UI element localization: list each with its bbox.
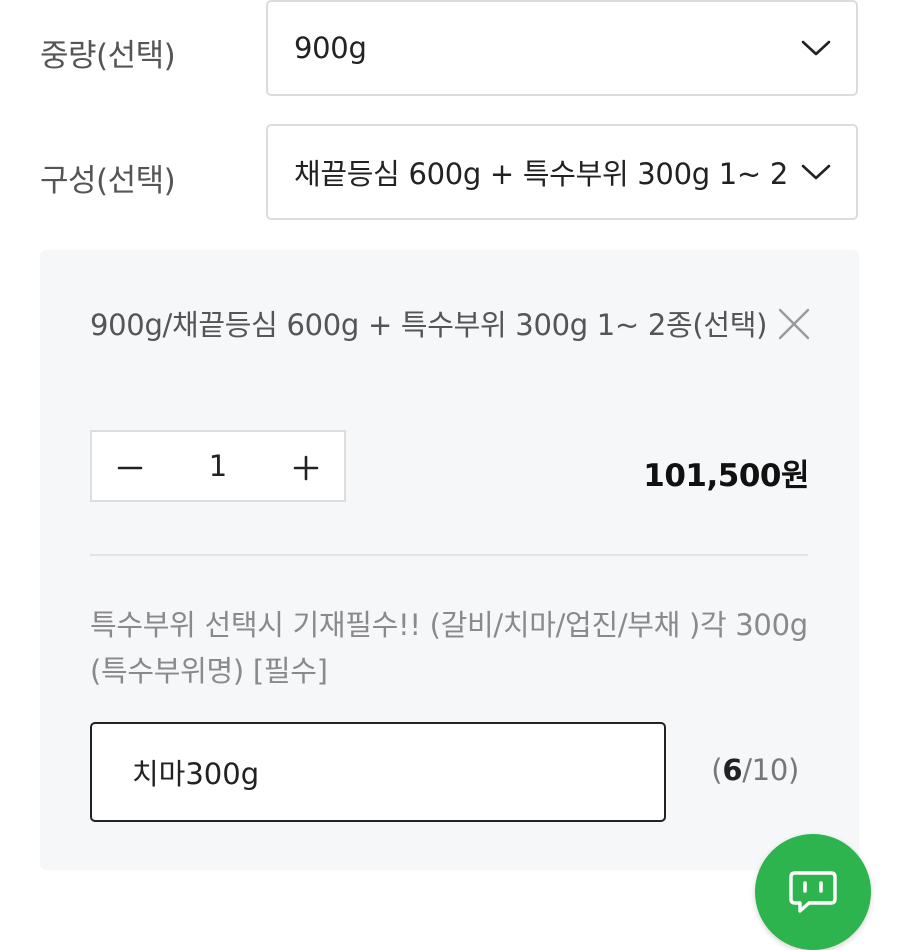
chat-bubble-icon xyxy=(789,871,837,913)
selected-item-panel: 900g/채끝등심 600g + 특수부위 300g 1~ 2종(선택) 1 1… xyxy=(40,250,859,870)
option-label-weight: 중량(선택) xyxy=(40,38,176,74)
character-count-open: ( xyxy=(711,753,723,787)
minus-icon[interactable] xyxy=(92,432,168,500)
weight-select-value: 900g xyxy=(294,31,367,65)
plus-icon[interactable] xyxy=(268,432,344,500)
quantity-value[interactable]: 1 xyxy=(168,432,268,500)
character-count-max: /10) xyxy=(742,753,799,787)
composition-select[interactable]: 채끝등심 600g + 특수부위 300g 1~ 2종(선택) xyxy=(266,124,858,220)
chat-button[interactable] xyxy=(755,834,871,950)
selected-item-title: 900g/채끝등심 600g + 특수부위 300g 1~ 2종(선택) xyxy=(90,308,768,342)
quantity-stepper: 1 xyxy=(90,430,346,502)
special-part-input-label: 특수부위 선택시 기재필수!! (갈비/치마/업진/부채 )각 300g (특수… xyxy=(90,608,808,688)
weight-select[interactable]: 900g xyxy=(266,0,858,96)
character-count: (6/10) xyxy=(711,753,799,787)
chevron-down-icon xyxy=(801,164,831,180)
option-label-composition: 구성(선택) xyxy=(40,163,176,199)
composition-select-value: 채끝등심 600g + 특수부위 300g 1~ 2종(선택) xyxy=(294,157,786,191)
chevron-down-icon xyxy=(801,40,831,56)
item-price: 101,500원 xyxy=(643,458,809,494)
divider xyxy=(90,554,808,556)
close-icon[interactable] xyxy=(774,304,814,344)
special-part-input[interactable] xyxy=(90,722,666,822)
character-count-current: 6 xyxy=(722,753,743,787)
